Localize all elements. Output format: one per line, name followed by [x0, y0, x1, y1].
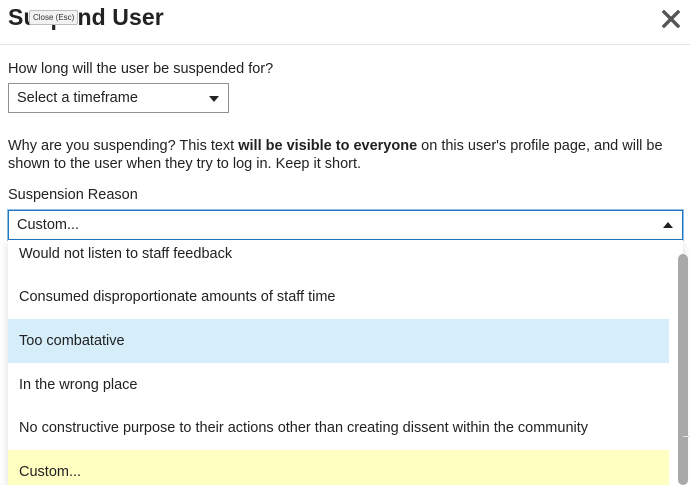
reason-description: Why are you suspending? This text will b…: [8, 138, 663, 172]
duration-question: How long will the user be suspended for?: [8, 61, 274, 77]
suspension-reason-dropdown: Would not listen to staff feedback Consu…: [8, 240, 683, 485]
dropdown-scrollbar[interactable]: [678, 254, 688, 485]
reason-option[interactable]: Consumed disproportionate amounts of sta…: [8, 275, 669, 319]
close-tooltip: Close (Esc): [29, 10, 79, 25]
visibility-warning: will be visible to everyone: [238, 138, 418, 154]
close-button[interactable]: [658, 6, 684, 32]
reason-option-selected[interactable]: Custom...: [8, 450, 669, 485]
reason-option-highlighted[interactable]: Too combatative: [8, 319, 669, 363]
suspend-user-modal: Suspend User Close (Esc) How long will t…: [0, 0, 690, 485]
scrollbar-thumb[interactable]: [678, 254, 688, 485]
suspension-reason-value: Custom...: [17, 217, 80, 233]
reason-option[interactable]: In the wrong place: [8, 363, 669, 407]
close-icon: [662, 10, 680, 28]
suspension-reason-select[interactable]: Custom...: [8, 210, 683, 240]
modal-header: Suspend User Close (Esc): [0, 0, 690, 45]
caret-down-icon: [209, 96, 219, 102]
divider: [683, 436, 690, 437]
suspension-reason-label: Suspension Reason: [8, 187, 138, 203]
caret-up-icon: [663, 222, 673, 228]
reason-option[interactable]: No constructive purpose to their actions…: [8, 406, 669, 450]
reason-option[interactable]: Would not listen to staff feedback: [8, 240, 669, 276]
timeframe-select[interactable]: Select a timeframe: [8, 83, 229, 113]
timeframe-select-value: Select a timeframe: [17, 90, 138, 106]
